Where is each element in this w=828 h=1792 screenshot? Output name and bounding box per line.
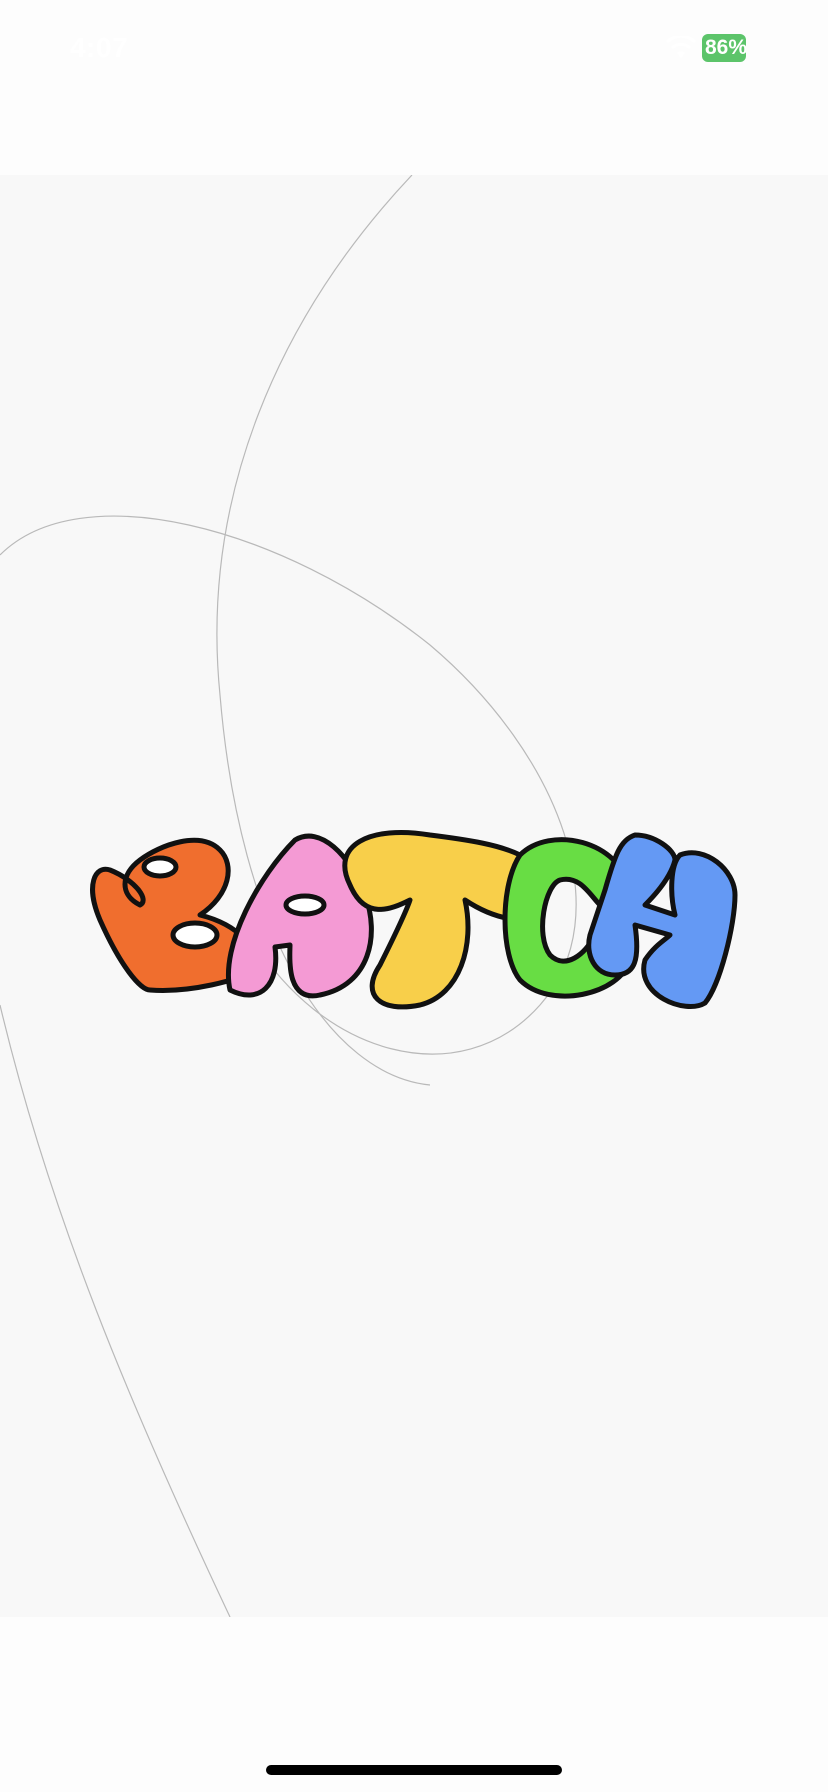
status-icons: 86% xyxy=(644,30,784,68)
wifi-icon xyxy=(666,36,696,58)
splash-canvas xyxy=(0,175,828,1617)
splash-screen: 4:07 86% xyxy=(0,0,828,1792)
home-indicator[interactable] xyxy=(266,1765,562,1775)
batch-logo xyxy=(90,829,738,1010)
status-bar: 4:07 86% xyxy=(0,0,828,100)
status-time: 4:07 xyxy=(70,32,129,63)
battery-indicator: 86% xyxy=(702,34,746,62)
